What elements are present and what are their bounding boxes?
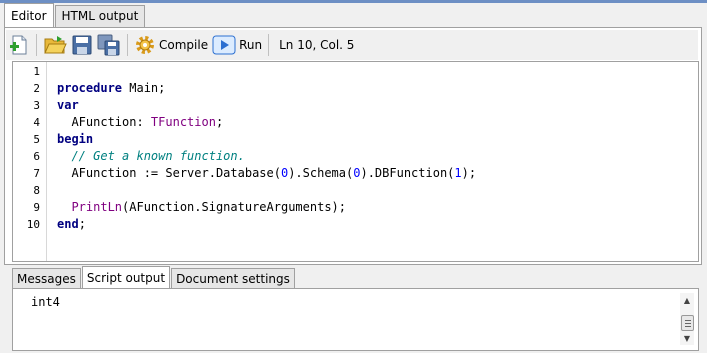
line-number: 2 — [33, 82, 40, 95]
code-line-2: procedure Main; — [57, 80, 165, 97]
tab-script-output[interactable]: Script output — [81, 266, 171, 289]
line-number: 10 — [26, 218, 40, 231]
run-label: Run — [239, 38, 263, 52]
tab-messages[interactable]: Messages — [12, 268, 81, 289]
cursor-position-status: Ln 10, Col. 5 — [279, 38, 355, 52]
line-number: 6 — [33, 150, 40, 163]
number-literal: 1 — [454, 166, 462, 180]
line-number: 7 — [33, 167, 40, 180]
output-text: int4 — [31, 295, 60, 309]
type-name: TFunction — [150, 115, 216, 129]
code-text: ).Schema( — [288, 166, 354, 180]
scroll-down-arrow-icon[interactable]: ▼ — [680, 333, 694, 345]
code-text: Main; — [122, 81, 166, 95]
grip-line — [685, 323, 691, 324]
vertical-scrollbar[interactable]: ▲ ▼ — [680, 293, 694, 345]
comment: // Get a known function. — [57, 149, 245, 163]
keyword: begin — [57, 132, 94, 146]
save-icon — [72, 35, 92, 55]
line-number-gutter: 1 2 3 4 5 6 7 8 9 10 — [13, 62, 47, 261]
code-line-5: begin — [57, 131, 93, 148]
toolbar-separator — [268, 34, 270, 56]
grip-line — [685, 320, 691, 321]
toolbar-separator — [36, 34, 37, 56]
toolbar: Compile Run Ln 10, Col. 5 — [6, 30, 698, 60]
keyword: end — [57, 217, 79, 231]
compile-label: Compile — [159, 38, 209, 52]
code-text: ); — [461, 166, 477, 180]
new-file-icon — [10, 35, 27, 55]
code-text: ).DBFunction( — [360, 166, 455, 180]
code-text: ; — [78, 217, 86, 231]
line-number: 3 — [33, 99, 40, 112]
compile-button[interactable]: Compile — [132, 32, 210, 58]
tab-document-settings[interactable]: Document settings — [171, 268, 295, 289]
script-output-panel[interactable]: int4 ▲ ▼ — [12, 288, 699, 351]
line-number: 8 — [33, 184, 40, 197]
compile-gear-icon — [136, 36, 154, 54]
save-button[interactable] — [69, 32, 95, 58]
grip-line — [685, 326, 691, 327]
line-number: 9 — [33, 201, 40, 214]
keyword: procedure — [57, 81, 123, 95]
function-name: PrintLn — [71, 200, 123, 214]
code-line-10: end; — [57, 216, 86, 233]
line-number: 4 — [33, 116, 40, 129]
toolbar-separator — [127, 34, 128, 56]
line-number: 1 — [33, 65, 40, 78]
code-line-9: PrintLn(AFunction.SignatureArguments); — [57, 199, 346, 216]
run-button[interactable]: Run — [210, 32, 264, 58]
keyword: var — [57, 98, 79, 112]
code-text: (AFunction.SignatureArguments); — [122, 200, 346, 214]
bottom-tab-bar: Messages Script output Document settings — [12, 266, 296, 289]
new-file-button[interactable] — [6, 32, 32, 58]
scroll-thumb[interactable] — [681, 315, 694, 331]
code-line-7: AFunction := Server.Database(0).Schema(0… — [57, 165, 476, 182]
tab-html-output[interactable]: HTML output — [54, 5, 146, 27]
scroll-up-arrow-icon[interactable]: ▲ — [680, 295, 694, 307]
line-number: 5 — [33, 133, 40, 146]
code-line-3: var — [57, 97, 79, 114]
top-tab-bar: Editor HTML output — [4, 3, 146, 28]
code-text: ; — [215, 115, 224, 129]
window-top-border — [0, 0, 707, 3]
code-line-4: AFunction: TFunction; — [57, 114, 223, 131]
save-all-icon — [97, 34, 120, 56]
code-text: AFunction := Server.Database( — [57, 166, 281, 180]
code-editor[interactable]: 1 2 3 4 5 6 7 8 9 10 procedure Main; var… — [12, 61, 699, 262]
open-button[interactable] — [41, 32, 69, 58]
run-play-icon — [212, 35, 236, 55]
save-all-button[interactable] — [95, 32, 123, 58]
tab-editor[interactable]: Editor — [4, 3, 54, 28]
code-text: AFunction: — [57, 115, 151, 129]
open-folder-icon — [44, 36, 67, 54]
code-line-6: // Get a known function. — [57, 148, 245, 165]
